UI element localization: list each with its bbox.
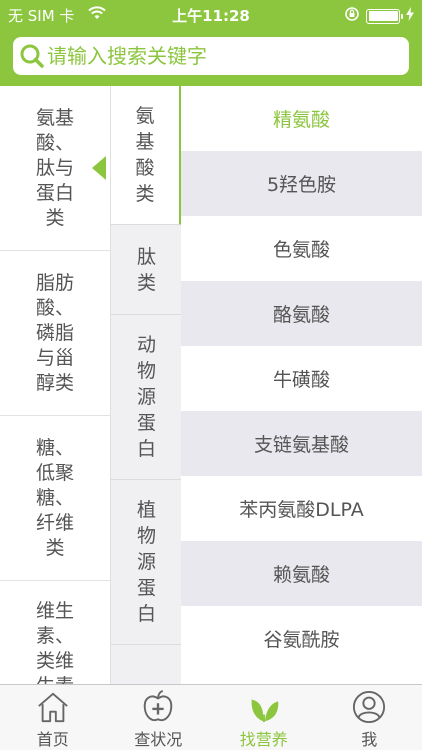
subcategory-item-plant-protein[interactable]: 植物源蛋白	[111, 480, 181, 645]
tab-label: 我	[361, 730, 378, 749]
tab-home[interactable]: 首页	[0, 685, 106, 750]
apple-plus-icon	[144, 690, 173, 721]
subcategory-item-animal-protein[interactable]: 动物源蛋白	[111, 315, 181, 480]
category-item-vitamins[interactable]: 维生素、类维生素	[0, 581, 110, 684]
list-item[interactable]: 酪氨酸	[181, 281, 422, 346]
category-label: 脂肪酸、磷脂与甾醇类	[35, 271, 74, 394]
subcategory-label: 肽类	[136, 245, 156, 294]
subcategory-item-peptides[interactable]: 肽类	[111, 225, 181, 315]
home-icon	[37, 692, 68, 723]
search-bar[interactable]	[13, 37, 409, 75]
list-item[interactable]: 5羟色胺	[181, 151, 422, 216]
tab-label: 找营养	[239, 730, 288, 749]
tab-find-nutrition[interactable]: 找营养	[211, 685, 317, 750]
list-item[interactable]: 牛磺酸	[181, 346, 422, 411]
tab-bar: 首页 查状况 找营养 我	[0, 684, 422, 750]
tab-check-status[interactable]: 查状况	[106, 685, 212, 750]
category-item-amino-acids[interactable]: 氨基酸、肽与蛋白类	[0, 86, 110, 251]
list-item[interactable]: 谷氨酰胺	[181, 606, 422, 671]
search-icon	[20, 44, 44, 68]
subcategory-item-amino-acids[interactable]: 氨基酸类	[111, 86, 181, 225]
tab-label: 首页	[36, 730, 69, 749]
category-label: 维生素、类维生素	[35, 600, 74, 684]
tab-me[interactable]: 我	[317, 685, 422, 750]
category-item-fatty-acids[interactable]: 脂肪酸、磷脂与甾醇类	[0, 251, 110, 416]
list-item[interactable]: 赖氨酸	[181, 541, 422, 606]
subcategory-label: 动物源蛋白	[136, 334, 156, 460]
user-icon	[353, 690, 386, 724]
nutrient-list: 精氨酸 5羟色胺 色氨酸 酪氨酸 牛磺酸 支链氨基酸 苯丙氨酸DLPA 赖氨酸 …	[181, 86, 422, 684]
subcategory-label: 氨基酸类	[135, 105, 155, 205]
status-indicators	[344, 6, 414, 26]
list-item[interactable]: 精氨酸	[181, 86, 422, 151]
charging-icon	[406, 7, 414, 25]
category-item-sugars[interactable]: 糖、低聚糖、纤维类	[0, 416, 110, 581]
selected-pointer-icon	[92, 156, 106, 180]
list-item[interactable]: 支链氨基酸	[181, 411, 422, 476]
rotation-lock-icon	[344, 6, 360, 26]
battery-icon	[366, 8, 403, 24]
status-bar: 无 SIM 卡 上午11:28	[0, 0, 422, 28]
leaf-icon	[251, 699, 279, 723]
category-label: 糖、低聚糖、纤维类	[35, 436, 74, 559]
list-item[interactable]: 苯丙氨酸DLPA	[181, 476, 422, 541]
subcategory-list: 氨基酸类 肽类 动物源蛋白 植物源蛋白	[110, 86, 181, 684]
subcategory-label: 植物源蛋白	[136, 499, 156, 625]
category-list: 氨基酸、肽与蛋白类 脂肪酸、磷脂与甾醇类 糖、低聚糖、纤维类 维生素、类维生素	[0, 86, 110, 684]
header: 无 SIM 卡 上午11:28	[0, 0, 422, 86]
tab-label: 查状况	[134, 730, 183, 749]
category-label: 氨基酸、肽与蛋白类	[35, 106, 74, 229]
list-item[interactable]: 色氨酸	[181, 216, 422, 281]
search-input[interactable]	[47, 44, 387, 68]
